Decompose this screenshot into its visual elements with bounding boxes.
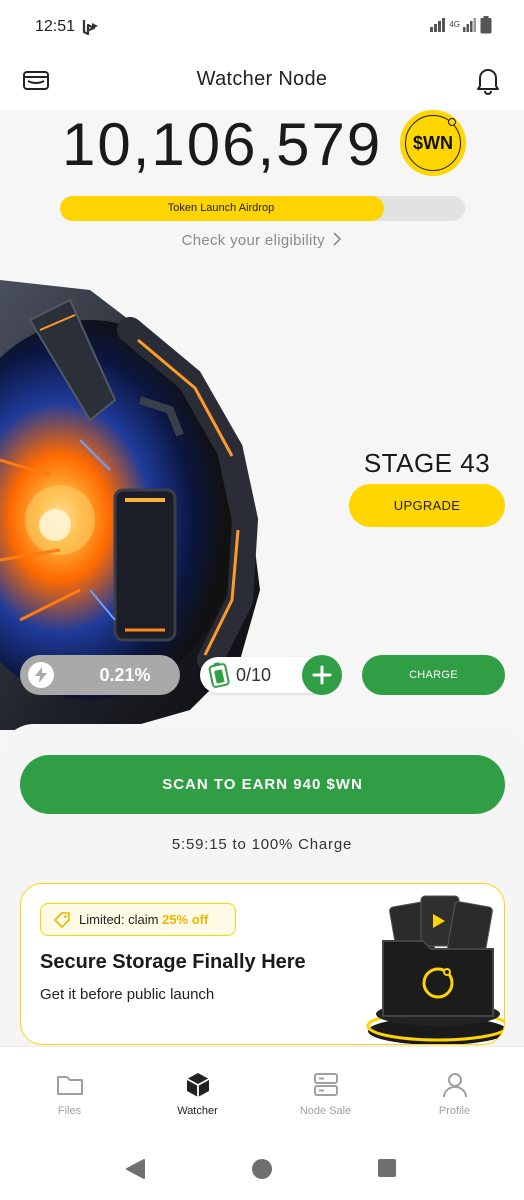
system-navigation-bar [0, 1128, 524, 1200]
battery-status-icon [480, 16, 492, 34]
promo-title: Secure Storage Finally Here [40, 951, 306, 973]
folder-icon [56, 1076, 83, 1095]
wn-coin-logo: $WN [400, 110, 466, 176]
upgrade-button[interactable]: UPGRADE [349, 484, 505, 527]
promo-badge-prefix: Limited: claim [79, 912, 159, 927]
signal-secondary-icon [463, 18, 476, 32]
promo-subtitle: Get it before public launch [40, 986, 215, 1003]
airdrop-progress-label: Token Launch Airdrop [167, 202, 275, 214]
nav-label-watcher: Watcher [177, 1105, 218, 1117]
status-bar: 12:51 4G [0, 0, 524, 54]
power-rate-pill: 0.21% [20, 655, 180, 695]
coin-symbol: $WN [405, 115, 461, 171]
tag-icon [54, 911, 70, 928]
scan-to-earn-button[interactable]: SCAN TO EARN 940 $WN [20, 755, 505, 814]
status-indicators: 4G [430, 16, 492, 34]
chevron-right-icon [333, 232, 342, 246]
nav-label-files: Files [57, 1105, 82, 1117]
main-content: 10,106,579 $WN Token Launch Airdrop Chec… [0, 110, 524, 1046]
charge-timer: 5:59:15 to 100% Charge [0, 836, 524, 853]
charge-timer-suffix: to 100% Charge [232, 836, 353, 853]
charge-button[interactable]: CHARGE [362, 655, 505, 695]
cube-icon [186, 1073, 209, 1097]
add-battery-button[interactable] [302, 655, 342, 695]
page-title: Watcher Node [196, 68, 328, 90]
bottom-navigation: Files Watcher Node Sale Profile [0, 1046, 524, 1128]
nav-item-profile[interactable]: Profile [389, 1047, 520, 1129]
promo-banner[interactable]: Limited: claim 25% off Secure Storage Fi… [20, 883, 505, 1045]
nav-item-node-sale[interactable]: Node Sale [260, 1047, 391, 1129]
home-icon[interactable] [251, 1158, 273, 1180]
battery-icon [208, 662, 230, 688]
secure-folder-illustration [366, 895, 504, 1044]
battery-count-value: 0/10 [236, 665, 272, 685]
top-app-bar: Watcher Node [0, 54, 524, 110]
check-eligibility-link[interactable]: Check your eligibility [0, 232, 524, 249]
nav-item-files[interactable]: Files [4, 1047, 135, 1129]
recents-icon[interactable] [377, 1158, 397, 1178]
app-notification-icon [82, 20, 98, 36]
power-rate-value: 0.21% [99, 665, 151, 685]
signal-icon [430, 18, 446, 32]
bell-icon[interactable] [472, 64, 504, 96]
server-icon [313, 1073, 338, 1096]
token-balance: 10,106,579 [62, 111, 383, 178]
coin-symbol-text: $WN [413, 132, 453, 153]
coin-dot-icon [448, 118, 456, 126]
promo-badge: Limited: claim 25% off [40, 903, 236, 936]
back-icon[interactable] [124, 1158, 146, 1180]
nav-item-watcher[interactable]: Watcher [132, 1047, 263, 1129]
stage-label: STAGE 43 [363, 448, 491, 478]
status-time: 12:51 [35, 18, 76, 35]
charge-timer-value: 5:59:15 [171, 836, 228, 853]
promo-badge-text: Limited: claim 25% off [79, 912, 208, 927]
plus-icon [312, 665, 332, 685]
person-icon [442, 1073, 467, 1098]
scan-section: SCAN TO EARN 940 $WN 5:59:15 to 100% Cha… [0, 724, 524, 1046]
nav-label-node-sale: Node Sale [299, 1105, 352, 1117]
nav-label-profile: Profile [438, 1105, 471, 1117]
network-type-label: 4G [449, 20, 460, 29]
airdrop-progress-bar: Token Launch Airdrop [60, 196, 465, 221]
promo-badge-highlight: 25% off [162, 912, 209, 927]
lightning-icon [28, 662, 54, 688]
check-eligibility-text: Check your eligibility [181, 232, 325, 249]
